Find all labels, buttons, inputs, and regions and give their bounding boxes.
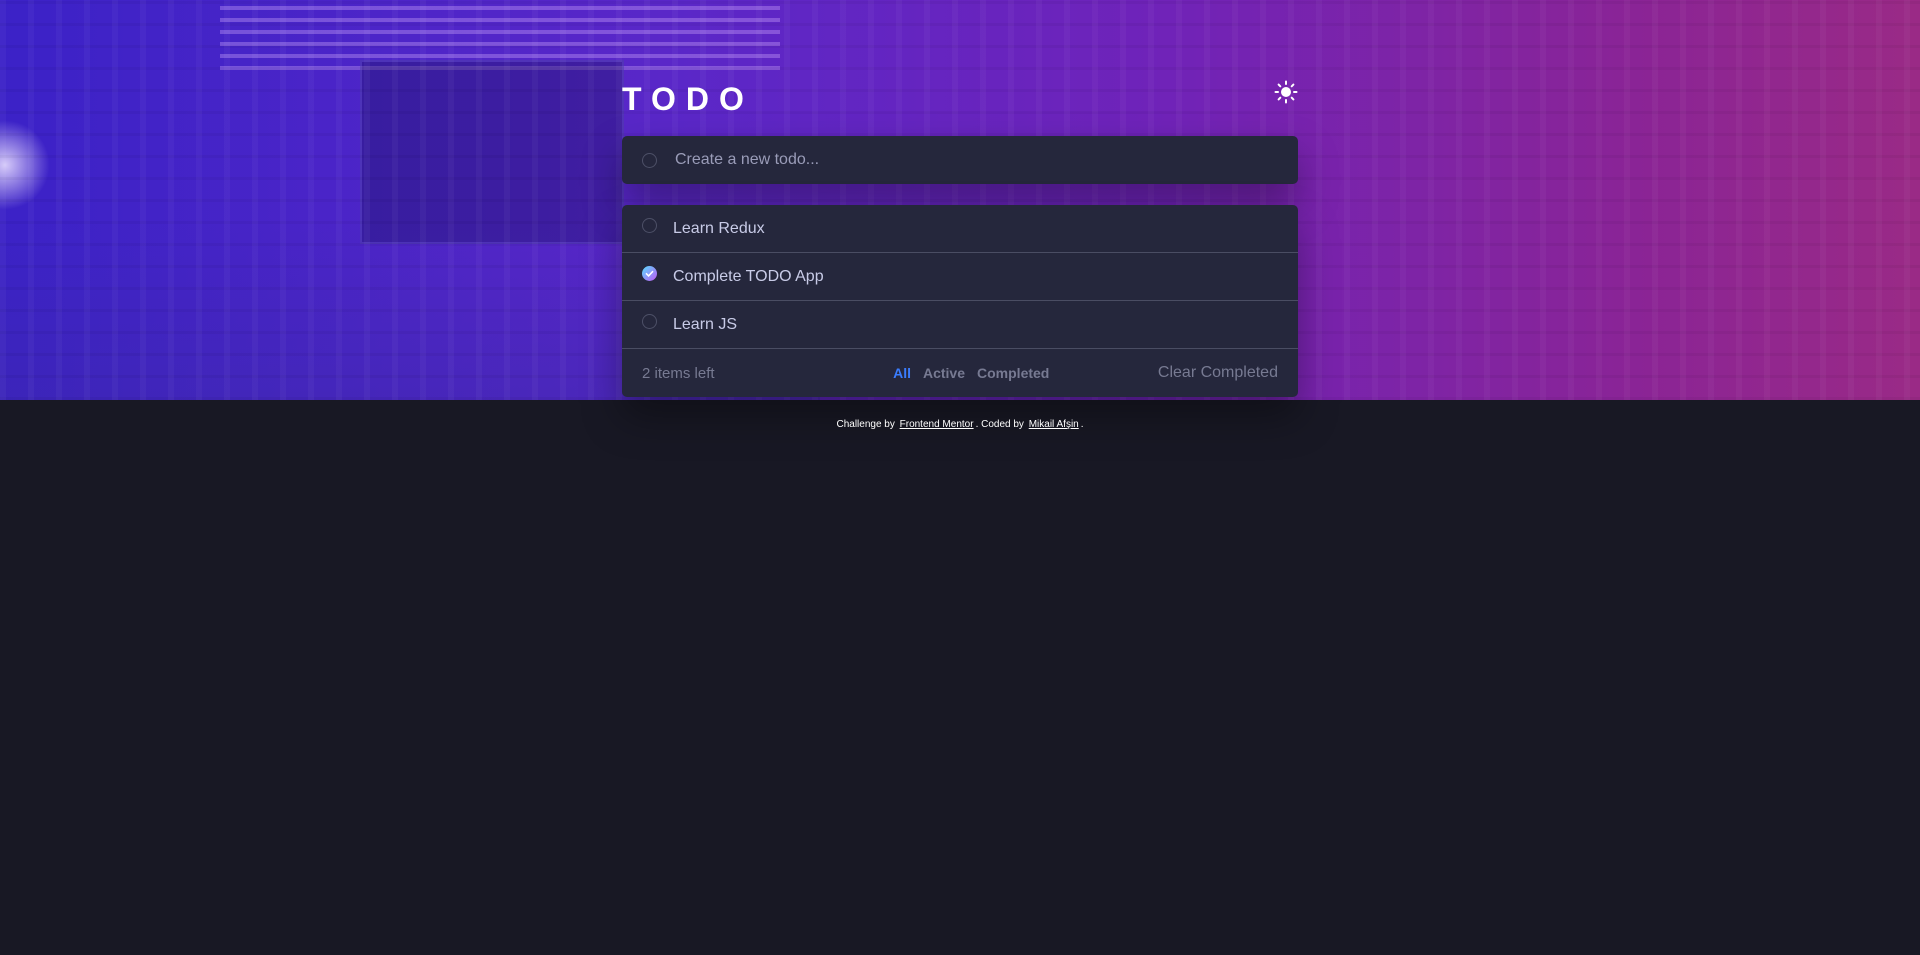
list-footer: 2 items left All Active Completed Clear … bbox=[622, 349, 1298, 397]
new-todo-circle[interactable] bbox=[642, 152, 657, 168]
todo-checkbox-checked[interactable] bbox=[642, 266, 657, 281]
filter-group: All Active Completed bbox=[893, 365, 1049, 381]
filter-completed[interactable]: Completed bbox=[977, 365, 1049, 381]
todo-item[interactable]: Complete TODO App bbox=[622, 253, 1298, 301]
todo-label: Learn JS bbox=[673, 315, 738, 333]
author-link[interactable]: Mikail Afşin bbox=[1029, 419, 1079, 430]
todo-checkbox[interactable] bbox=[642, 218, 657, 233]
new-todo-input[interactable] bbox=[673, 150, 1278, 170]
items-left-count: 2 items left bbox=[642, 364, 715, 382]
todo-item[interactable]: Learn Redux bbox=[622, 205, 1298, 253]
filter-active[interactable]: Active bbox=[923, 365, 965, 381]
todo-label: Learn Redux bbox=[673, 219, 765, 237]
new-todo-bar bbox=[622, 136, 1298, 184]
app-header: TODO bbox=[622, 74, 1298, 124]
app-title: TODO bbox=[622, 81, 754, 117]
clear-completed-button[interactable]: Clear Completed bbox=[1158, 364, 1278, 382]
todo-checkbox[interactable] bbox=[642, 314, 657, 329]
check-icon bbox=[645, 270, 654, 277]
todo-app: TODO Learn Redux bbox=[622, 74, 1298, 397]
attribution-prefix: Challenge by bbox=[836, 419, 895, 430]
filter-all[interactable]: All bbox=[893, 365, 911, 381]
attribution: Challenge by Frontend Mentor. Coded by M… bbox=[0, 419, 1920, 430]
theme-toggle-button[interactable] bbox=[1274, 80, 1298, 104]
todo-list: Learn Redux Complete TODO App Learn JS 2… bbox=[622, 205, 1298, 397]
attribution-middle: . Coded by bbox=[975, 419, 1024, 430]
todo-label: Complete TODO App bbox=[673, 267, 824, 285]
attribution-suffix: . bbox=[1080, 419, 1084, 430]
todo-item[interactable]: Learn JS bbox=[622, 301, 1298, 349]
sun-icon bbox=[1274, 80, 1298, 104]
frontend-mentor-link[interactable]: Frontend Mentor bbox=[900, 419, 974, 430]
